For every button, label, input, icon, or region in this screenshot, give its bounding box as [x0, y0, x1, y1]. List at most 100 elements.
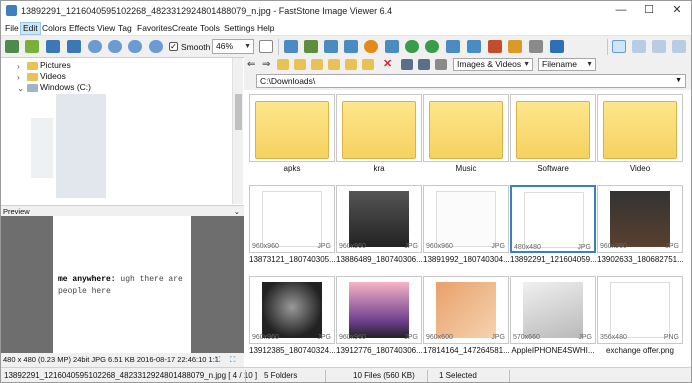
menu-settings[interactable]: Settings [222, 23, 257, 33]
fit-icon[interactable]: ⛶ [215, 353, 220, 367]
scrollbar-thumb[interactable] [235, 94, 242, 130]
menu-help[interactable]: Help [255, 23, 276, 33]
folder-thumbnail[interactable]: apks [249, 94, 335, 186]
folder-icon[interactable] [294, 59, 306, 70]
layout-4-icon[interactable] [672, 40, 686, 53]
layout-3-icon[interactable] [652, 40, 666, 53]
folder-up-icon[interactable] [277, 59, 289, 70]
wallpaper-icon[interactable] [508, 40, 522, 53]
save-icon[interactable] [46, 40, 60, 53]
move-to-icon[interactable] [362, 59, 374, 70]
address-bar: C:\Downloads\ ▼ [244, 73, 691, 90]
image-thumbnail[interactable]: 960x960 JPG 13886489_180740306... [336, 185, 422, 277]
folder-thumbnail[interactable]: kra [336, 94, 422, 186]
help-icon[interactable] [550, 40, 564, 53]
fullscreen-icon[interactable]: ⛶ [230, 353, 235, 367]
filter-select[interactable]: Images & Videos ▼ [453, 58, 533, 71]
draw-icon[interactable] [488, 40, 502, 53]
fullscreen-icon[interactable] [284, 40, 298, 53]
image-thumbnail[interactable]: 356x480 PNG exchange offer.png [597, 276, 683, 368]
fit-window-icon[interactable] [149, 40, 163, 53]
tree-item-videos[interactable]: Videos [40, 71, 66, 81]
thumbnail-frame [249, 94, 335, 162]
thumbnail-image [349, 191, 409, 247]
image-thumbnail[interactable]: 960x960 JPG 13891992_180740304... [423, 185, 509, 277]
image-thumbnail[interactable]: 960x960 JPG 13902633_180682751... [597, 185, 683, 277]
thumbnail-dimensions: 960x960 [252, 334, 279, 341]
hand-tool-icon[interactable] [259, 40, 273, 53]
forward-icon[interactable]: ⇒ [262, 59, 272, 72]
folder-icon [255, 101, 329, 159]
favorites-icon[interactable] [311, 59, 323, 70]
close-button[interactable]: ✕ [663, 2, 691, 19]
rotate-right-icon[interactable] [425, 40, 439, 53]
minimize-button[interactable]: — [607, 2, 635, 19]
tree-item-pictures[interactable]: Pictures [40, 60, 71, 70]
slideshow-icon[interactable] [304, 40, 318, 53]
acquire-icon[interactable] [25, 40, 39, 53]
compare-icon[interactable] [324, 40, 338, 53]
thumbnail-caption: exchange offer.png [606, 346, 674, 355]
folder-thumbnail[interactable]: Music [423, 94, 509, 186]
path-input[interactable]: C:\Downloads\ ▼ [256, 74, 686, 88]
image-thumbnail[interactable]: 570x660 JPG AppleIPHONE4SWHI... [510, 276, 596, 368]
email-icon[interactable] [385, 40, 399, 53]
histogram-icon[interactable] [467, 40, 481, 53]
save-as-icon[interactable] [67, 40, 81, 53]
zoom-select[interactable]: 46% ▼ [212, 39, 254, 54]
thumbnail-frame: 570x660 JPG [510, 276, 596, 344]
thumbnail-caption: 13912385_180740324... [249, 346, 335, 355]
menu-create[interactable]: Create [170, 23, 200, 33]
folder-thumbnail[interactable]: Software [510, 94, 596, 186]
open-icon[interactable] [5, 40, 19, 53]
resize-icon[interactable] [446, 40, 460, 53]
layout-2-icon[interactable] [632, 40, 646, 53]
menu-file[interactable]: File [3, 23, 21, 33]
image-thumbnail[interactable]: 960x600 JPG 17814164_147264581... [423, 276, 509, 368]
image-thumbnail[interactable]: 960x960 JPG 13873121_180740305... [249, 185, 335, 277]
back-icon[interactable]: ⇐ [247, 59, 257, 72]
menu-tag[interactable]: Tag [116, 23, 134, 33]
new-folder-icon[interactable] [328, 59, 340, 70]
delete-icon[interactable]: ✕ [383, 58, 393, 71]
thumbnail-frame [510, 94, 596, 162]
layout-1-icon[interactable] [612, 40, 626, 53]
grid-view-icon[interactable] [401, 59, 413, 70]
chevron-down-icon: ▼ [586, 61, 593, 68]
preview-header: Preview ⌄ [1, 205, 244, 216]
tree-scrollbar[interactable] [232, 58, 243, 204]
zoom-out-icon[interactable] [108, 40, 122, 53]
folder-thumbnail[interactable]: Video [597, 94, 683, 186]
print-icon[interactable] [529, 40, 543, 53]
status-bar: 13892291_1216040595102268_48233129248014… [1, 367, 691, 382]
thumbnail-dimensions: 570x660 [513, 334, 540, 341]
menu-effects[interactable]: Effects [67, 23, 97, 33]
menu-edit[interactable]: Edit [20, 22, 41, 35]
chevron-down-icon[interactable]: ▼ [675, 75, 682, 87]
smooth-checkbox[interactable]: ✓ [169, 42, 178, 51]
rotate-left-icon[interactable] [405, 40, 419, 53]
thumbnail-image [436, 282, 496, 338]
image-thumbnail[interactable]: 960x960 JPG 13912385_180740324... [249, 276, 335, 368]
image-thumbnail[interactable]: 480x480 JPG 13892291_121604059... [510, 185, 596, 277]
maximize-button[interactable]: ☐ [635, 2, 663, 19]
menu-colors[interactable]: Colors [40, 23, 69, 33]
expand-icon[interactable]: › [17, 72, 20, 82]
settings-gear-icon[interactable] [364, 40, 378, 53]
sort-select[interactable]: Filename ▼ [538, 58, 596, 71]
list-view-icon[interactable] [435, 59, 447, 70]
tree-item-windows-c[interactable]: Windows (C:) [40, 82, 91, 92]
thumbnail-caption: Music [455, 164, 477, 173]
select-all-icon[interactable] [418, 59, 430, 70]
collapse-icon[interactable]: ⌄ [17, 83, 24, 94]
crop-icon[interactable] [344, 40, 358, 53]
zoom-in-icon[interactable] [88, 40, 102, 53]
actual-size-icon[interactable] [128, 40, 142, 53]
menu-favorites[interactable]: Favorites [135, 23, 174, 33]
image-thumbnail[interactable]: 960x960 JPG 13912776_180740306... [336, 276, 422, 368]
expand-icon[interactable]: › [17, 61, 20, 71]
menu-tools[interactable]: Tools [198, 23, 222, 33]
copy-to-icon[interactable] [345, 59, 357, 70]
menu-view[interactable]: View [95, 23, 117, 33]
thumbnail-format: JPG [317, 243, 331, 250]
